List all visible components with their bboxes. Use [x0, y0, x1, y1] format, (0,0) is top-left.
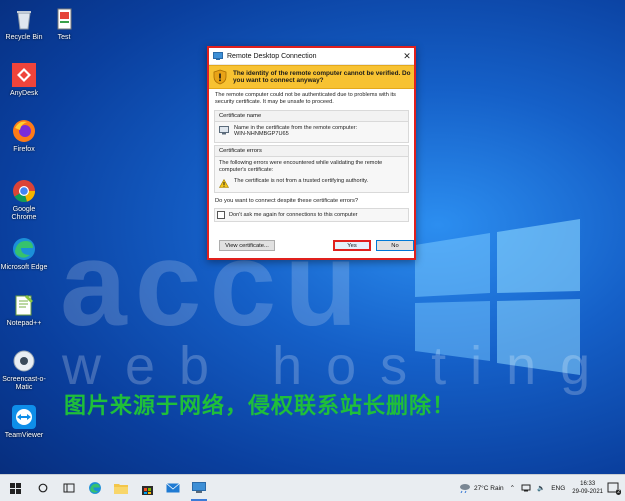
clock-time: 16:33	[580, 481, 596, 487]
teamviewer-icon	[12, 405, 36, 429]
copyright-notice: 图片来源于网络，侵权联系站长删除！	[64, 394, 456, 419]
chevron-up-icon[interactable]: ⌃	[510, 484, 515, 492]
dont-ask-again-checkbox[interactable]	[217, 210, 225, 219]
certificate-errors-group: Certificate errors The following errors …	[214, 145, 409, 193]
firefox-icon	[13, 120, 35, 142]
warning-shield-icon	[213, 69, 227, 85]
taskbar-mail[interactable]	[160, 475, 186, 501]
desktop-icon-screencast[interactable]: Screencast-o-Matic	[0, 348, 48, 392]
remote-desktop-icon	[192, 482, 206, 493]
certificate-name-label: Name in the certificate from the remote …	[234, 124, 358, 131]
certificate-name-title: Certificate name	[215, 110, 408, 122]
yes-button[interactable]: Yes	[333, 240, 371, 251]
remote-desktop-icon	[213, 52, 223, 60]
search-icon	[38, 483, 48, 493]
notepad-icon	[15, 295, 33, 316]
dialog-titlebar[interactable]: Remote Desktop Connection ✕	[209, 48, 414, 65]
network-icon[interactable]	[521, 484, 531, 492]
dont-ask-again-label: Don't ask me again for connections to th…	[229, 211, 358, 218]
warning-text: The identity of the remote computer cann…	[233, 69, 411, 85]
close-icon[interactable]: ✕	[400, 51, 414, 62]
desktop-icon-firefox[interactable]: Firefox	[0, 118, 48, 154]
connect-question: Do you want to connect despite these cer…	[215, 197, 359, 204]
screencast-icon	[13, 350, 35, 372]
notification-count: 2	[616, 489, 621, 495]
store-icon	[141, 485, 153, 495]
chrome-icon	[13, 180, 36, 203]
document-icon	[57, 8, 72, 30]
desktop-icon-chrome[interactable]: Google Chrome	[0, 178, 48, 222]
start-button[interactable]	[0, 475, 30, 501]
certificate-name-value: WIN-NHNMBGP7U65	[234, 131, 289, 138]
desktop-icon-test[interactable]: Test	[40, 6, 88, 42]
view-certificate-button[interactable]: View certificate...	[219, 240, 275, 251]
taskbar-remote-desktop[interactable]	[186, 475, 212, 501]
warning-triangle-icon	[219, 178, 229, 188]
dialog-description: The remote computer could not be authent…	[215, 92, 396, 105]
no-button[interactable]: No	[376, 240, 414, 251]
dialog-button-row: View certificate... Yes No	[215, 239, 414, 253]
certificate-errors-title: Certificate errors	[215, 146, 408, 158]
recycle-bin-icon	[17, 11, 31, 30]
taskbar: 27°C Rain ⌃ 🔈 ENG 16:33 29-09-2021 2	[0, 474, 625, 501]
taskbar-edge[interactable]	[82, 475, 108, 501]
rdp-certificate-dialog: Remote Desktop Connection ✕ The identity…	[207, 46, 416, 260]
certificate-error-item: The certificate is not from a trusted ce…	[234, 177, 369, 184]
desktop-icon-teamviewer[interactable]: TeamViewer	[0, 404, 48, 440]
edge-icon	[89, 482, 101, 494]
language-indicator[interactable]: ENG	[551, 485, 565, 492]
desktop-icon-edge[interactable]: Microsoft Edge	[0, 236, 48, 272]
anydesk-icon	[12, 63, 36, 87]
taskbar-file-explorer[interactable]	[108, 475, 134, 501]
edge-icon	[13, 238, 35, 260]
clock-date: 29-09-2021	[572, 489, 603, 495]
weather-text[interactable]: 27°C Rain	[474, 485, 504, 492]
speaker-icon[interactable]: 🔈	[537, 484, 545, 492]
mail-icon	[166, 483, 180, 493]
dont-ask-again-checkbox-row[interactable]: Don't ask me again for connections to th…	[214, 207, 409, 222]
taskbar-store[interactable]	[134, 475, 160, 501]
warning-banner: The identity of the remote computer cann…	[209, 65, 414, 89]
desktop-icon-anydesk[interactable]: AnyDesk	[0, 62, 48, 98]
windows-start-icon	[9, 482, 21, 494]
computer-icon	[219, 125, 229, 135]
task-view-button[interactable]	[56, 475, 82, 501]
desktop-icon-notepad[interactable]: Notepad++	[0, 292, 48, 328]
clock[interactable]: 16:33 29-09-2021	[572, 480, 603, 496]
certificate-errors-intro: The following errors were encountered wh…	[219, 160, 383, 173]
task-view-icon	[63, 483, 75, 493]
search-button[interactable]	[30, 475, 56, 501]
folder-icon	[114, 484, 128, 494]
dialog-title: Remote Desktop Connection	[227, 52, 317, 60]
weather-rain-icon[interactable]	[459, 483, 471, 493]
system-tray: 27°C Rain ⌃ 🔈 ENG 16:33 29-09-2021 2	[459, 475, 625, 501]
certificate-name-group: Certificate name Name in the certificate…	[214, 109, 409, 144]
notifications-button[interactable]: 2	[607, 481, 621, 495]
